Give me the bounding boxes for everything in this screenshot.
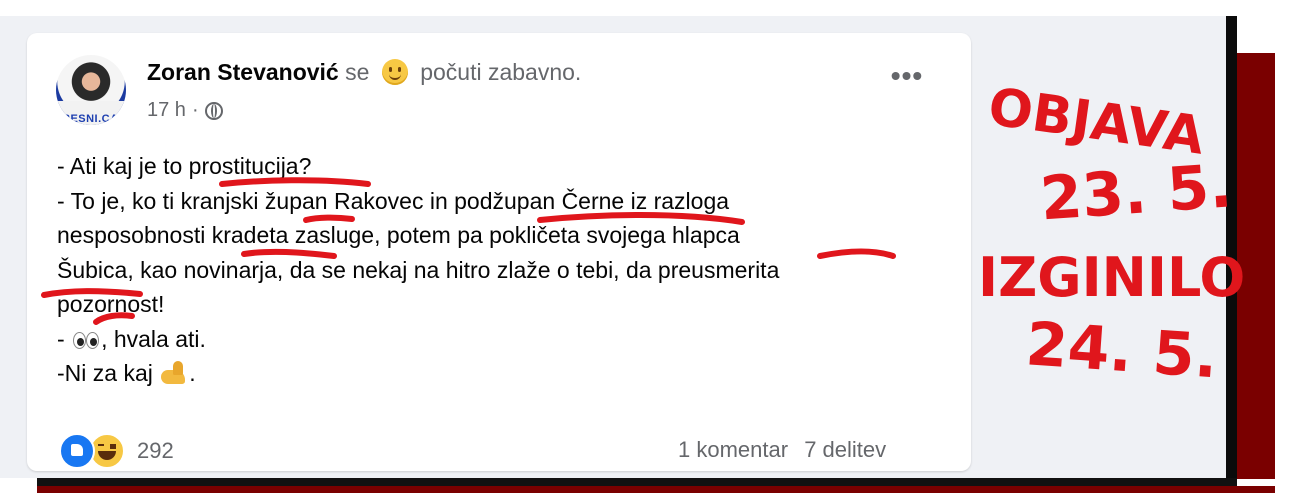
meta-separator: · xyxy=(191,99,199,121)
comments-link[interactable]: 1 komentar xyxy=(678,437,788,462)
line-suffix: , hvala ati. xyxy=(101,325,206,352)
post-line: - To je, ko ti kranjski župan Rakovec in… xyxy=(57,187,730,214)
more-options-button[interactable]: ••• xyxy=(887,62,927,105)
feeling-prefix: se xyxy=(345,59,370,85)
eyes-icon xyxy=(71,330,101,350)
post-line: pozornost! xyxy=(57,291,165,317)
avatar[interactable]: RESNI.CA xyxy=(56,55,126,125)
post-text: - Ati kaj je to prostitucija? - To je, k… xyxy=(57,149,957,391)
post-time[interactable]: 17 h xyxy=(147,99,186,122)
avatar-caption: RESNI.CA xyxy=(62,113,119,125)
post-line-flex: -Ni za kaj . xyxy=(57,356,957,391)
post-header: Zoran Stevanović se počuti zabavno. xyxy=(147,59,581,86)
line-prefix: - xyxy=(57,325,72,352)
post-stats: 1 komentar 7 delitev xyxy=(678,437,886,463)
feeling-text: počuti zabavno. xyxy=(420,59,582,85)
line-prefix: -Ni za kaj xyxy=(57,360,160,386)
like-icon xyxy=(59,433,95,469)
post-card: RESNI.CA Zoran Stevanović se počuti zaba… xyxy=(27,33,971,471)
flexed-biceps-icon xyxy=(159,360,189,386)
frame-red-edge xyxy=(1237,53,1275,479)
reactions-summary[interactable]: 292 xyxy=(59,433,174,469)
frame-bottom-red xyxy=(37,486,1275,493)
smiley-icon xyxy=(381,59,408,85)
post-line-eyes: - , hvala ati. xyxy=(57,322,957,357)
post-line: - Ati kaj je to prostitucija? xyxy=(57,153,312,179)
post-line: nesposobnosti kradeta zasluge, potem pa … xyxy=(57,222,740,248)
line-suffix: . xyxy=(189,360,196,386)
globe-icon[interactable] xyxy=(204,101,223,120)
frame-dark-edge xyxy=(1226,16,1237,486)
reaction-count: 292 xyxy=(137,438,174,463)
post-meta: 17 h · xyxy=(147,99,223,122)
shares-link[interactable]: 7 delitev xyxy=(804,437,886,462)
author-name[interactable]: Zoran Stevanović xyxy=(147,59,339,85)
post-line: Šubica, kao novinarja, da se nekaj na hi… xyxy=(57,256,780,283)
